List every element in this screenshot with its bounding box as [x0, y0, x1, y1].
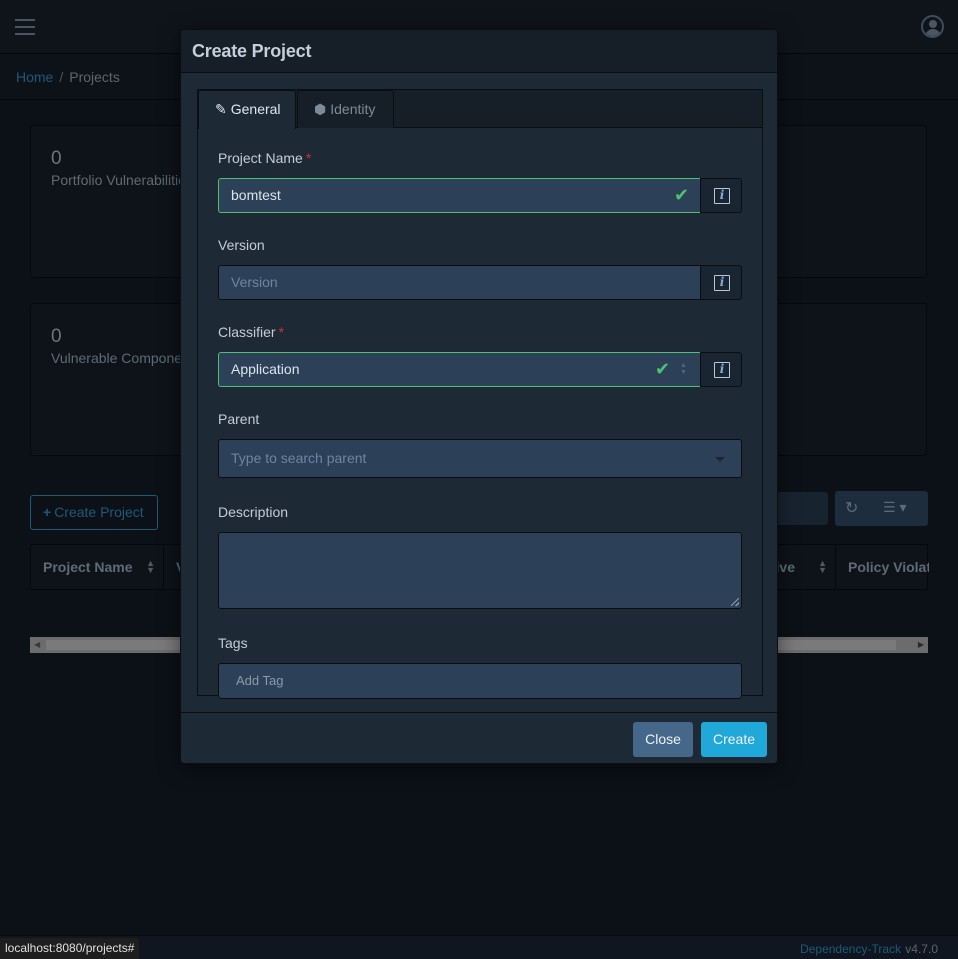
create-button[interactable]: Create [701, 722, 767, 757]
classifier-help-button[interactable]: i [700, 352, 742, 387]
close-button[interactable]: Close [633, 722, 693, 757]
description-textarea[interactable] [218, 532, 742, 609]
breadcrumb-separator: / [59, 69, 64, 85]
parent-label: Parent [218, 411, 260, 427]
version-input[interactable]: Version [218, 265, 701, 300]
breadcrumb-home-link[interactable]: Home [16, 69, 53, 85]
project-name-input[interactable]: bomtest [218, 178, 701, 213]
table-toolbar: ↻ ☰ ▾ [835, 491, 928, 526]
info-icon: i [714, 188, 730, 204]
column-header-project-name[interactable]: Project Name ▲ ▼ [31, 545, 164, 590]
project-name-help-button[interactable]: i [700, 178, 742, 213]
version-label: Version [218, 237, 265, 253]
classifier-select[interactable]: Application [218, 352, 701, 387]
required-marker: * [305, 150, 312, 166]
description-label: Description [218, 504, 289, 520]
parent-placeholder: Type to search parent [231, 450, 367, 466]
scroll-left-icon[interactable]: ◀ [34, 640, 40, 649]
modal-footer: Close Create [181, 712, 777, 764]
required-marker: * [278, 324, 285, 340]
plus-icon: + [43, 504, 52, 520]
cube-icon: ⬢ [314, 101, 327, 117]
scroll-right-icon[interactable]: ▶ [918, 640, 924, 649]
tags-label: Tags [218, 635, 248, 651]
project-name-group: bomtest ✔ i [218, 178, 742, 213]
sort-icon: ▲ ▼ [818, 558, 827, 575]
modal-title: Create Project [192, 41, 312, 61]
browser-status-url: localhost:8080/projects# [0, 938, 140, 959]
caret-down-icon [715, 457, 725, 462]
tab-label: Identity [330, 101, 376, 117]
breadcrumb-current: Projects [69, 69, 120, 85]
modal-header: Create Project [181, 30, 777, 73]
sort-icon: ▲ ▼ [146, 558, 155, 575]
general-form: Project Name * bomtest ✔ i Version Versio… [218, 150, 742, 699]
tabs: ✎ General ⬢ Identity [198, 90, 762, 129]
tab-identity[interactable]: ⬢ Identity [297, 90, 394, 128]
tab-label: General [230, 101, 281, 117]
create-project-modal: Create Project ✎ General ⬢ Identity Projec… [180, 29, 778, 764]
valid-check-icon: ✔ [655, 359, 671, 379]
classifier-label: Classifier * [218, 324, 285, 340]
hamburger-icon[interactable] [15, 19, 35, 35]
parent-search-select[interactable]: Type to search parent [218, 439, 742, 478]
version-group: Version i [218, 265, 742, 300]
footer-version: v4.7.0 [905, 942, 938, 956]
create-project-button[interactable]: + Create Project [30, 495, 158, 530]
valid-check-icon: ✔ [674, 185, 690, 205]
classifier-group: Application ✔ ▲ ▼ i [218, 352, 742, 387]
user-circle-icon[interactable] [921, 15, 944, 38]
column-header-policy-violations[interactable]: Policy Violat [836, 545, 929, 590]
columns-toggle-icon[interactable]: ☰ ▾ [883, 499, 906, 516]
project-name-label: Project Name * [218, 150, 312, 166]
version-help-button[interactable]: i [700, 265, 742, 300]
app-footer: Dependency-Track v4.7.0 [0, 935, 958, 959]
tags-input[interactable]: Add Tag [218, 663, 742, 699]
resize-handle-icon[interactable] [731, 598, 739, 606]
tab-general[interactable]: ✎ General [198, 90, 296, 129]
info-icon: i [714, 362, 730, 378]
edit-icon: ✎ [215, 101, 227, 117]
tab-panel: ✎ General ⬢ Identity Project Name * bomtest… [197, 89, 763, 699]
footer-brand-link[interactable]: Dependency-Track [800, 942, 901, 956]
select-arrows-icon: ▲ ▼ [680, 362, 687, 376]
create-project-label: Create Project [54, 504, 144, 520]
info-icon: i [714, 275, 730, 291]
refresh-icon[interactable]: ↻ [845, 498, 858, 518]
